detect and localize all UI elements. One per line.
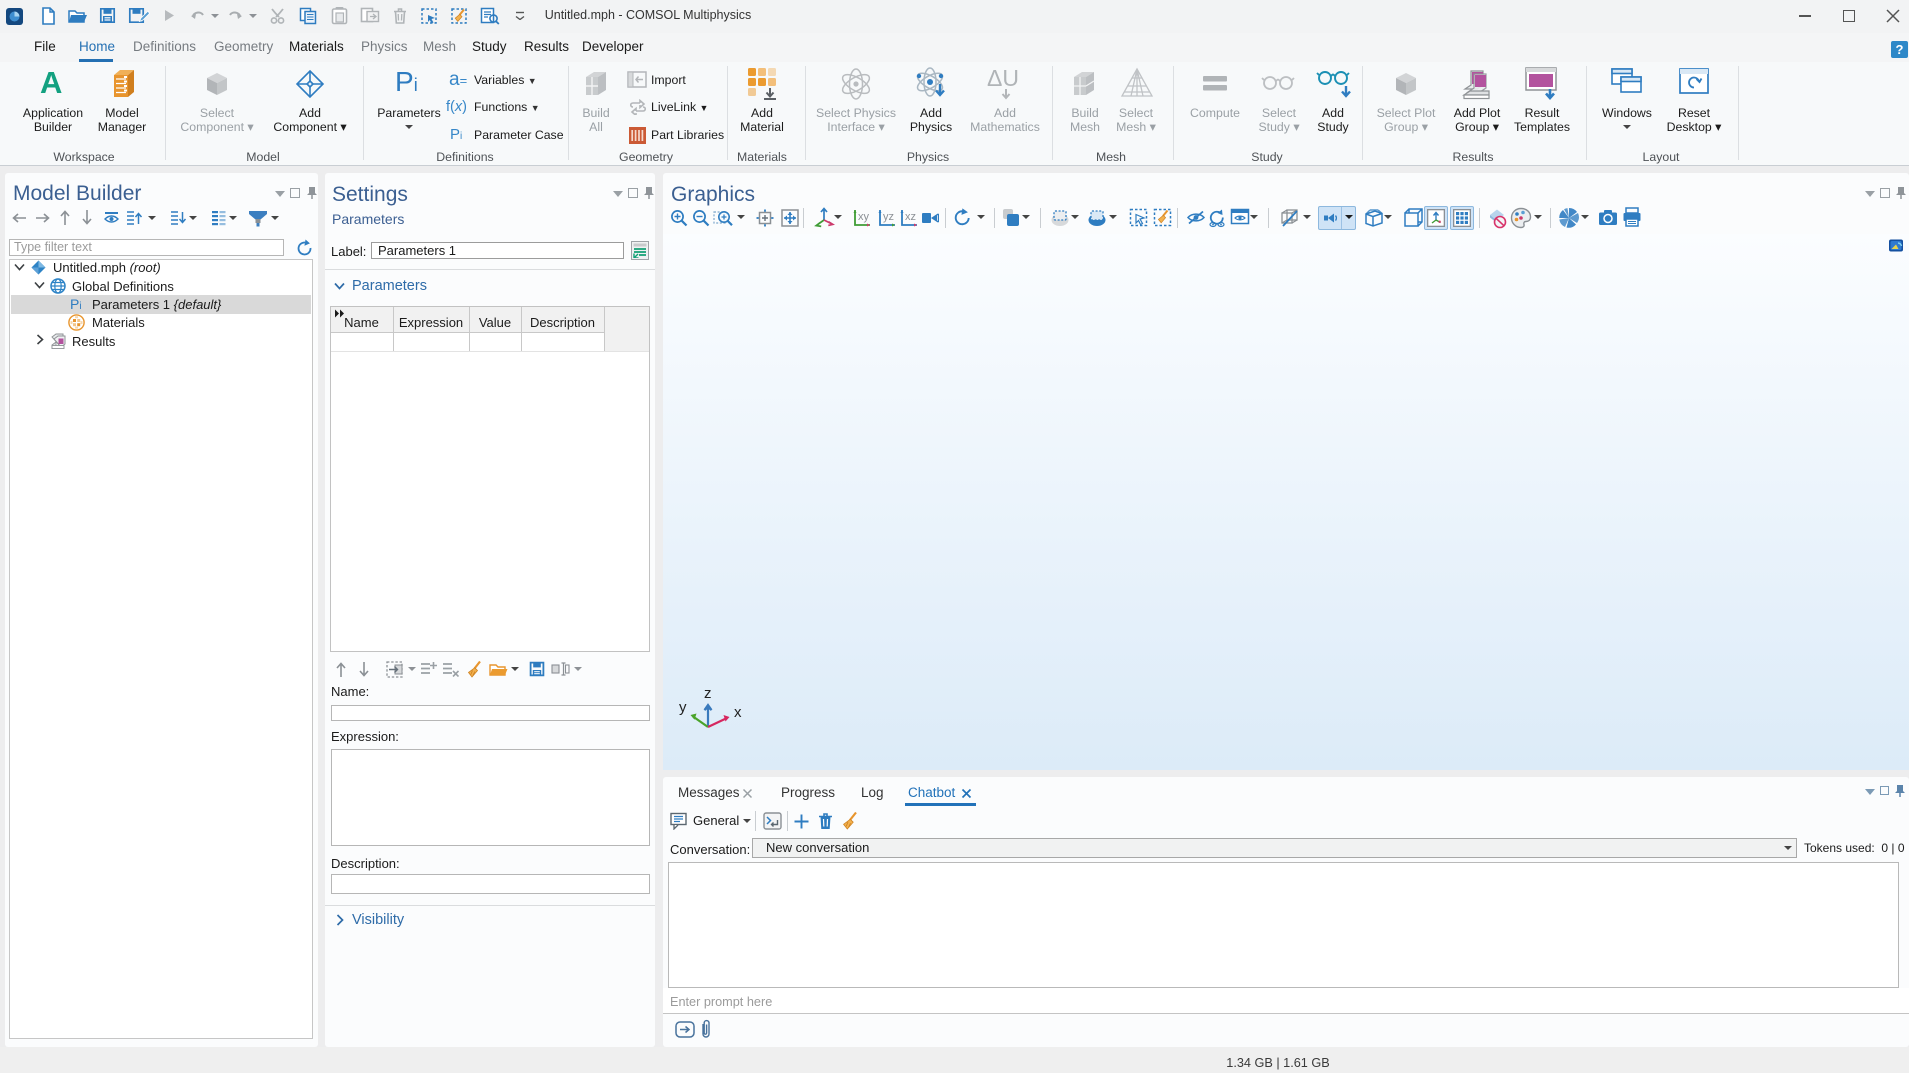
svg-text:y: y	[679, 699, 687, 716]
svg-text:z: z	[704, 685, 712, 702]
svg-text:xy: xy	[858, 211, 870, 223]
svg-text:x: x	[734, 704, 742, 721]
svg-text:yz: yz	[883, 211, 894, 223]
svg-text:xz: xz	[905, 211, 916, 223]
